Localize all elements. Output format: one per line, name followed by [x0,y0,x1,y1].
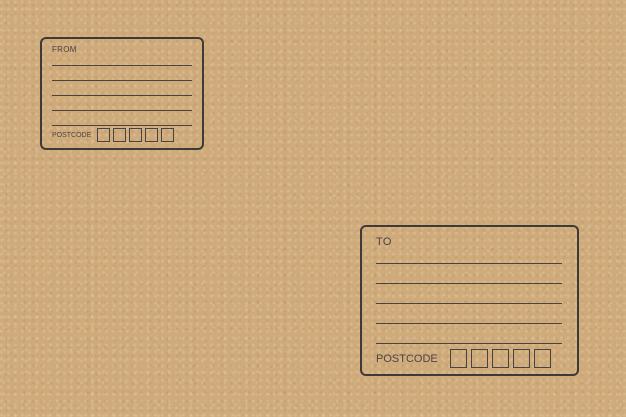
from-address-line [52,80,192,81]
from-address-line [52,95,192,96]
to-address-line [376,263,562,264]
to-postcode-label: POSTCODE [376,352,438,365]
to-postcode-row: POSTCODE [376,349,555,368]
from-postcode-box [129,128,143,142]
from-address-label: FROM POSTCODE [40,37,204,150]
to-postcode-box [449,349,467,368]
from-postcode-box [161,128,175,142]
to-postcode-box [491,349,509,368]
to-address-line [376,283,562,284]
to-postcode-box [533,349,551,368]
from-heading: FROM [52,45,77,54]
from-postcode-label: POSTCODE [52,131,92,139]
from-postcode-row: POSTCODE [52,128,177,142]
from-address-line [52,110,192,111]
to-address-label: TO POSTCODE [360,225,579,376]
from-address-line [52,65,192,66]
from-postcode-box [113,128,127,142]
to-postcode-box [470,349,488,368]
to-postcode-box [512,349,530,368]
to-address-line [376,343,562,344]
from-postcode-box [97,128,111,142]
from-address-line [52,125,192,126]
from-postcode-box [145,128,159,142]
to-address-line [376,323,562,324]
to-address-line [376,303,562,304]
to-heading: TO [376,236,392,248]
kraft-envelope-background: FROM POSTCODE TO POSTCODE [0,0,626,417]
